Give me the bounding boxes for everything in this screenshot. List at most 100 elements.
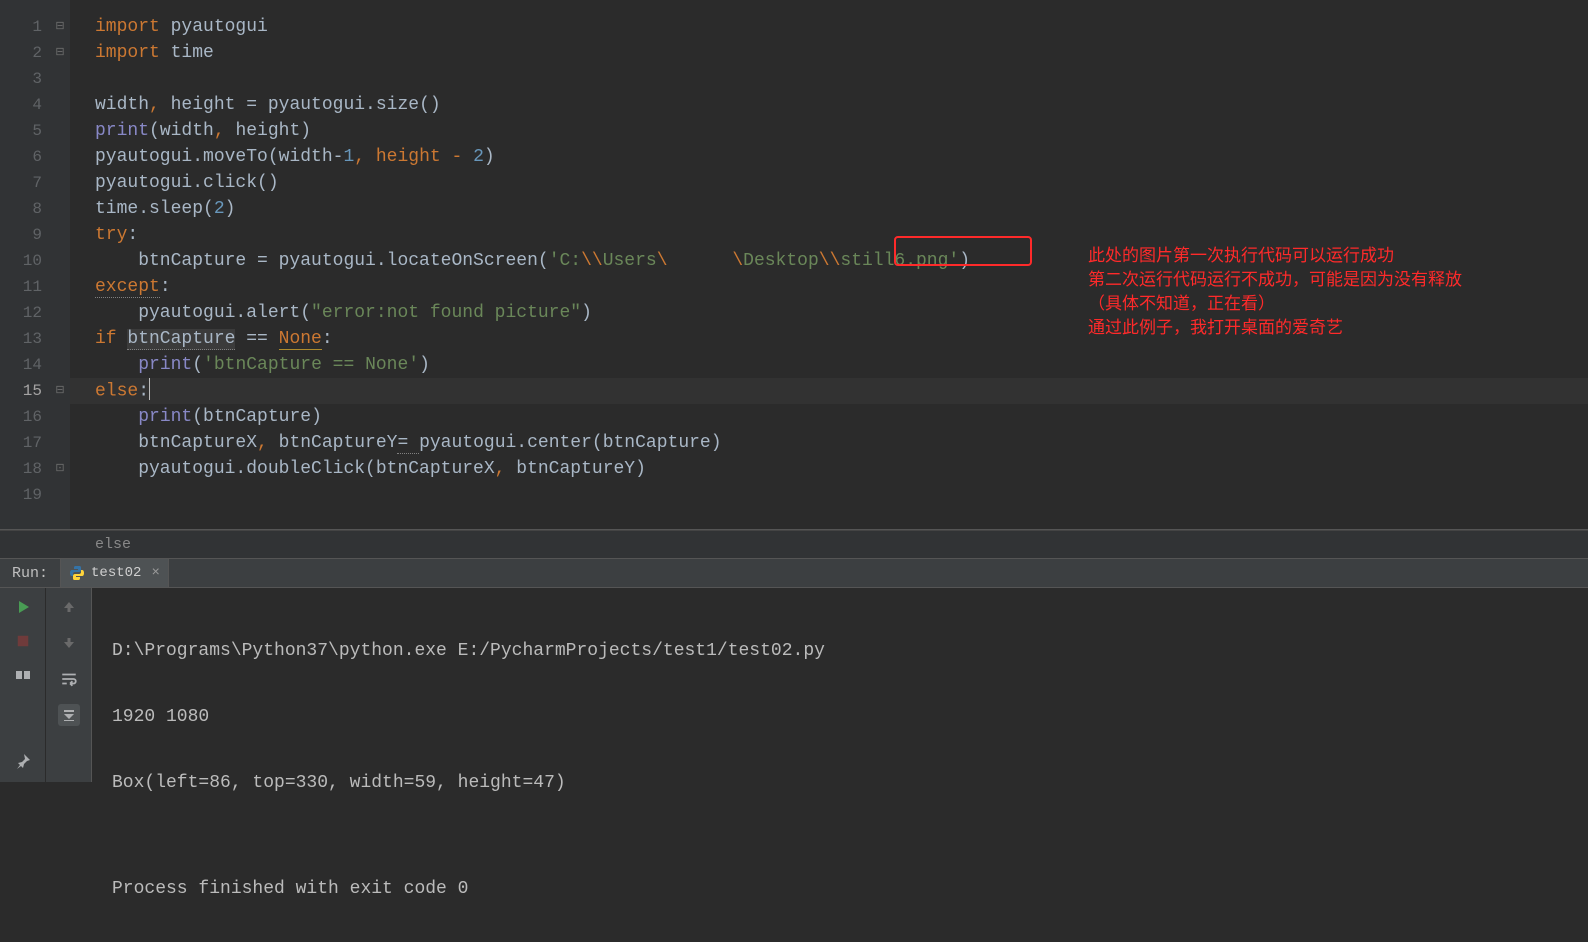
code-text: pyautogui.moveTo(width- bbox=[95, 147, 343, 167]
console-line: 1920 1080 bbox=[112, 704, 1568, 730]
string-filename: still6.png' bbox=[840, 251, 959, 271]
code-text: btnCaptureX bbox=[95, 433, 257, 453]
paren: ) bbox=[959, 251, 970, 271]
line-number[interactable]: 16 bbox=[0, 404, 50, 430]
line-number[interactable]: 6 bbox=[0, 144, 50, 170]
comma: , bbox=[495, 459, 517, 479]
line-number[interactable]: 17 bbox=[0, 430, 50, 456]
escape: \\ bbox=[581, 251, 603, 271]
keyword-if: if bbox=[95, 329, 127, 349]
line-number[interactable]: 3 bbox=[0, 66, 50, 92]
paren: ( bbox=[192, 355, 203, 375]
arg: width bbox=[160, 121, 214, 141]
fold-close-icon[interactable]: ⊡ bbox=[55, 464, 64, 475]
code-text: width bbox=[95, 95, 149, 115]
paren: ( bbox=[149, 121, 160, 141]
string: Desktop bbox=[743, 251, 819, 271]
scroll-to-end-icon[interactable] bbox=[58, 704, 80, 726]
identifier-warn: btnCapture bbox=[127, 329, 235, 350]
comma: , bbox=[214, 121, 236, 141]
line-number[interactable]: 5 bbox=[0, 118, 50, 144]
code-text: btnCapture = pyautogui.locateOnScreen( bbox=[95, 251, 549, 271]
down-arrow-icon[interactable] bbox=[58, 632, 80, 654]
code-text: pyautogui.center(btnCapture) bbox=[419, 433, 721, 453]
comma: , bbox=[149, 95, 171, 115]
indent bbox=[95, 355, 138, 375]
string: "error:not found picture" bbox=[311, 303, 581, 323]
code-text: btnCaptureY) bbox=[516, 459, 646, 479]
breadcrumb-item[interactable]: else bbox=[95, 536, 131, 553]
line-number[interactable]: 19 bbox=[0, 482, 50, 508]
gutter-fold-column: ⊟ ⊟ ⊟ ⊡ bbox=[50, 0, 70, 529]
colon: : bbox=[127, 225, 138, 245]
gutter-line-numbers: 1 2 3 4 5 6 7 8 9 10 11 12 13 14 15 16 1… bbox=[0, 0, 50, 529]
code-editor: 1 2 3 4 5 6 7 8 9 10 11 12 13 14 15 16 1… bbox=[0, 0, 1588, 530]
run-tab[interactable]: test02 × bbox=[60, 559, 169, 587]
colon: : bbox=[160, 277, 171, 297]
line-number[interactable]: 13 bbox=[0, 326, 50, 352]
line-number[interactable]: 2 bbox=[0, 40, 50, 66]
none-literal: None bbox=[279, 329, 322, 350]
line-number[interactable]: 18 bbox=[0, 456, 50, 482]
line-number[interactable]: 8 bbox=[0, 196, 50, 222]
code-text: btnCaptureY bbox=[279, 433, 398, 453]
run-console-output[interactable]: D:\Programs\Python37\python.exe E:/Pycha… bbox=[92, 588, 1588, 782]
soft-wrap-icon[interactable] bbox=[58, 668, 80, 690]
breadcrumb[interactable]: else bbox=[0, 530, 1588, 558]
fold-open-icon[interactable]: ⊟ bbox=[55, 48, 64, 59]
builtin-print: print bbox=[138, 355, 192, 375]
line-number[interactable]: 11 bbox=[0, 274, 50, 300]
keyword-except: except bbox=[95, 277, 160, 298]
keyword-else: else bbox=[95, 381, 138, 401]
line-number[interactable]: 15 bbox=[0, 378, 50, 404]
keyword-import: import bbox=[95, 17, 171, 37]
line-number[interactable]: 9 bbox=[0, 222, 50, 248]
code-text: pyautogui.doubleClick(btnCaptureX bbox=[95, 459, 495, 479]
code-text: time.sleep( bbox=[95, 199, 214, 219]
arg: height bbox=[235, 121, 300, 141]
run-icon[interactable] bbox=[12, 596, 34, 618]
run-panel-header: Run: test02 × bbox=[0, 558, 1588, 588]
close-icon[interactable]: × bbox=[151, 565, 159, 581]
paren: ) bbox=[225, 199, 236, 219]
up-arrow-icon[interactable] bbox=[58, 596, 80, 618]
annotation-line: 通过此例子，我打开桌面的爱奇艺 bbox=[1088, 314, 1462, 338]
operator: == bbox=[235, 329, 278, 349]
fold-open-icon[interactable]: ⊟ bbox=[55, 22, 64, 33]
line-number[interactable]: 7 bbox=[0, 170, 50, 196]
string: Users bbox=[603, 251, 657, 271]
code-area[interactable]: import pyautogui import time width, heig… bbox=[70, 0, 1588, 529]
keyword-try: try bbox=[95, 225, 127, 245]
annotation-line: （具体不知道，正在看） bbox=[1088, 290, 1462, 314]
paren: ) bbox=[300, 121, 311, 141]
comma: , bbox=[257, 433, 279, 453]
escape: \ bbox=[657, 251, 668, 271]
escape: \ bbox=[732, 251, 743, 271]
string-redacted bbox=[668, 251, 733, 271]
annotation-text: 此处的图片第一次执行代码可以运行成功 第二次运行代码运行不成功，可能是因为没有释… bbox=[1088, 242, 1462, 338]
layout-icon[interactable] bbox=[12, 664, 34, 686]
run-toolbar-primary bbox=[0, 588, 46, 782]
module-name: pyautogui bbox=[171, 17, 268, 37]
line-number[interactable]: 12 bbox=[0, 300, 50, 326]
run-toolbar-secondary bbox=[46, 588, 92, 782]
arg: btnCapture) bbox=[203, 407, 322, 427]
line-number[interactable]: 4 bbox=[0, 92, 50, 118]
paren: ) bbox=[581, 303, 592, 323]
number: 2 bbox=[473, 147, 484, 167]
line-number[interactable]: 14 bbox=[0, 352, 50, 378]
console-line: Process finished with exit code 0 bbox=[112, 876, 1568, 902]
operator-warn: = bbox=[397, 433, 419, 454]
run-tab-label: test02 bbox=[91, 565, 141, 581]
line-number[interactable]: 10 bbox=[0, 248, 50, 274]
paren: ) bbox=[419, 355, 430, 375]
console-line: Box(left=86, top=330, width=59, height=4… bbox=[112, 770, 1568, 796]
number: 2 bbox=[214, 199, 225, 219]
pin-icon[interactable] bbox=[12, 750, 34, 772]
stop-icon[interactable] bbox=[12, 630, 34, 652]
line-number[interactable]: 1 bbox=[0, 14, 50, 40]
text-caret bbox=[149, 378, 150, 400]
colon: : bbox=[322, 329, 333, 349]
code-text: pyautogui.alert( bbox=[95, 303, 311, 323]
fold-open-icon[interactable]: ⊟ bbox=[55, 386, 64, 397]
